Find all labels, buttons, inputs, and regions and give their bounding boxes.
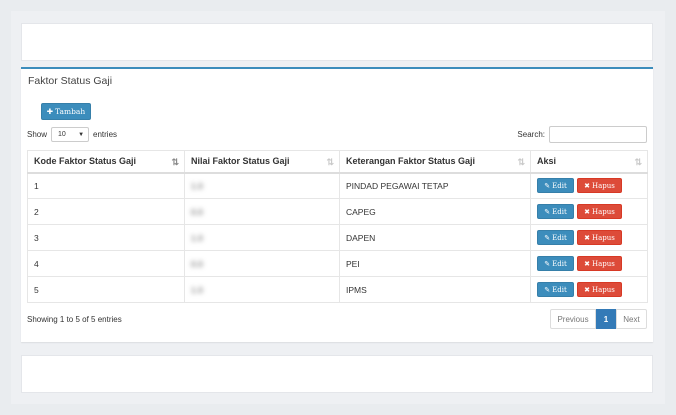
cell-keterangan: DAPEN <box>339 224 531 251</box>
previous-page-button[interactable]: Previous <box>550 309 596 329</box>
cell-keterangan: PEI <box>339 250 531 277</box>
column-header-nilai[interactable]: Nilai Faktor Status Gaji ⇅ <box>184 150 340 174</box>
close-icon: ✖ <box>584 181 590 190</box>
show-label: Show <box>27 130 48 139</box>
page-1-button[interactable]: 1 <box>596 309 616 329</box>
footer-card <box>21 355 653 393</box>
column-header-kode[interactable]: Kode Faktor Status Gaji ⇅ <box>27 150 185 174</box>
close-icon: ✖ <box>584 207 590 216</box>
cell-nilai: 0.0 <box>184 198 340 225</box>
cell-aksi: ✎ Edit ✖ Hapus <box>530 250 648 277</box>
cell-aksi: ✎ Edit ✖ Hapus <box>530 224 648 251</box>
delete-button[interactable]: ✖ Hapus <box>577 256 622 271</box>
next-page-button[interactable]: Next <box>616 309 647 329</box>
chevron-down-icon: ▼ <box>78 131 85 138</box>
cell-aksi: ✎ Edit ✖ Hapus <box>530 276 648 303</box>
cell-kode: 4 <box>27 250 185 277</box>
sort-icon: ⇅ <box>634 157 642 167</box>
cell-nilai: 1.0 <box>184 172 340 199</box>
pagination: Previous 1 Next <box>550 309 647 329</box>
pencil-icon: ✎ <box>544 181 551 190</box>
column-header-keterangan[interactable]: Keterangan Faktor Status Gaji ⇅ <box>339 150 531 174</box>
search-label: Search: <box>517 130 545 139</box>
delete-button[interactable]: ✖ Hapus <box>577 230 622 245</box>
cell-keterangan: CAPEG <box>339 198 531 225</box>
cell-kode: 5 <box>27 276 185 303</box>
pencil-icon: ✎ <box>544 233 551 242</box>
sort-icon: ⇅ <box>326 157 334 167</box>
edit-button[interactable]: ✎ Edit <box>537 178 574 194</box>
cell-kode: 1 <box>27 172 185 199</box>
table-row: 5 1.0 IPMS ✎ Edit ✖ Hapus <box>27 276 648 303</box>
pencil-icon: ✎ <box>544 285 551 294</box>
data-table: Kode Faktor Status Gaji ⇅ Nilai Faktor St… <box>27 150 648 303</box>
pencil-icon: ✎ <box>544 207 551 216</box>
sort-icon: ⇅ <box>517 157 525 167</box>
cell-nilai: 1.0 <box>184 224 340 251</box>
delete-button[interactable]: ✖ Hapus <box>577 204 622 219</box>
cell-nilai: 1.0 <box>184 276 340 303</box>
close-icon: ✖ <box>584 285 590 294</box>
box-title: Faktor Status Gaji <box>28 75 113 87</box>
table-header-row: Kode Faktor Status Gaji ⇅ Nilai Faktor St… <box>27 150 648 174</box>
table-info: Showing 1 to 5 of 5 entries <box>27 315 122 324</box>
search-input[interactable] <box>549 126 647 143</box>
edit-button[interactable]: ✎ Edit <box>537 256 574 271</box>
entries-select-value: 10 <box>58 131 66 138</box>
edit-button[interactable]: ✎ Edit <box>537 204 574 219</box>
plus-icon: ✚ <box>46 107 54 116</box>
cell-kode: 3 <box>27 224 185 251</box>
delete-button[interactable]: ✖ Hapus <box>577 282 622 297</box>
column-header-aksi[interactable]: Aksi ⇅ <box>530 150 648 174</box>
table-row: 1 1.0 PINDAD PEGAWAI TETAP ✎ Edit ✖ Hapus <box>27 172 648 199</box>
close-icon: ✖ <box>584 233 590 242</box>
cell-keterangan: PINDAD PEGAWAI TETAP <box>339 172 531 199</box>
add-button-label: Tambah <box>55 107 86 116</box>
close-icon: ✖ <box>584 259 590 268</box>
entries-select[interactable]: 10 ▼ <box>51 127 90 142</box>
table-row: 4 0.0 PEI ✎ Edit ✖ Hapus <box>27 250 648 277</box>
entries-label: entries <box>93 130 118 139</box>
sort-asc-icon: ⇅ <box>171 157 179 167</box>
header-card <box>21 23 653 61</box>
length-control: Show 10 ▼ entries <box>27 127 117 142</box>
cell-nilai: 0.0 <box>184 250 340 277</box>
cell-kode: 2 <box>27 198 185 225</box>
search-control: Search: <box>517 126 647 143</box>
edit-button[interactable]: ✎ Edit <box>537 230 574 245</box>
cell-aksi: ✎ Edit ✖ Hapus <box>530 198 648 225</box>
pencil-icon: ✎ <box>544 259 551 268</box>
add-button[interactable]: ✚ Tambah <box>41 103 91 120</box>
cell-aksi: ✎ Edit ✖ Hapus <box>530 172 648 199</box>
table-row: 2 0.0 CAPEG ✎ Edit ✖ Hapus <box>27 198 648 225</box>
edit-button[interactable]: ✎ Edit <box>537 282 574 297</box>
faktor-status-gaji-box: Faktor Status Gaji ✚ Tambah Show 10 ▼ en… <box>21 67 653 342</box>
delete-button[interactable]: ✖ Hapus <box>577 178 622 194</box>
cell-keterangan: IPMS <box>339 276 531 303</box>
table-row: 3 1.0 DAPEN ✎ Edit ✖ Hapus <box>27 224 648 251</box>
